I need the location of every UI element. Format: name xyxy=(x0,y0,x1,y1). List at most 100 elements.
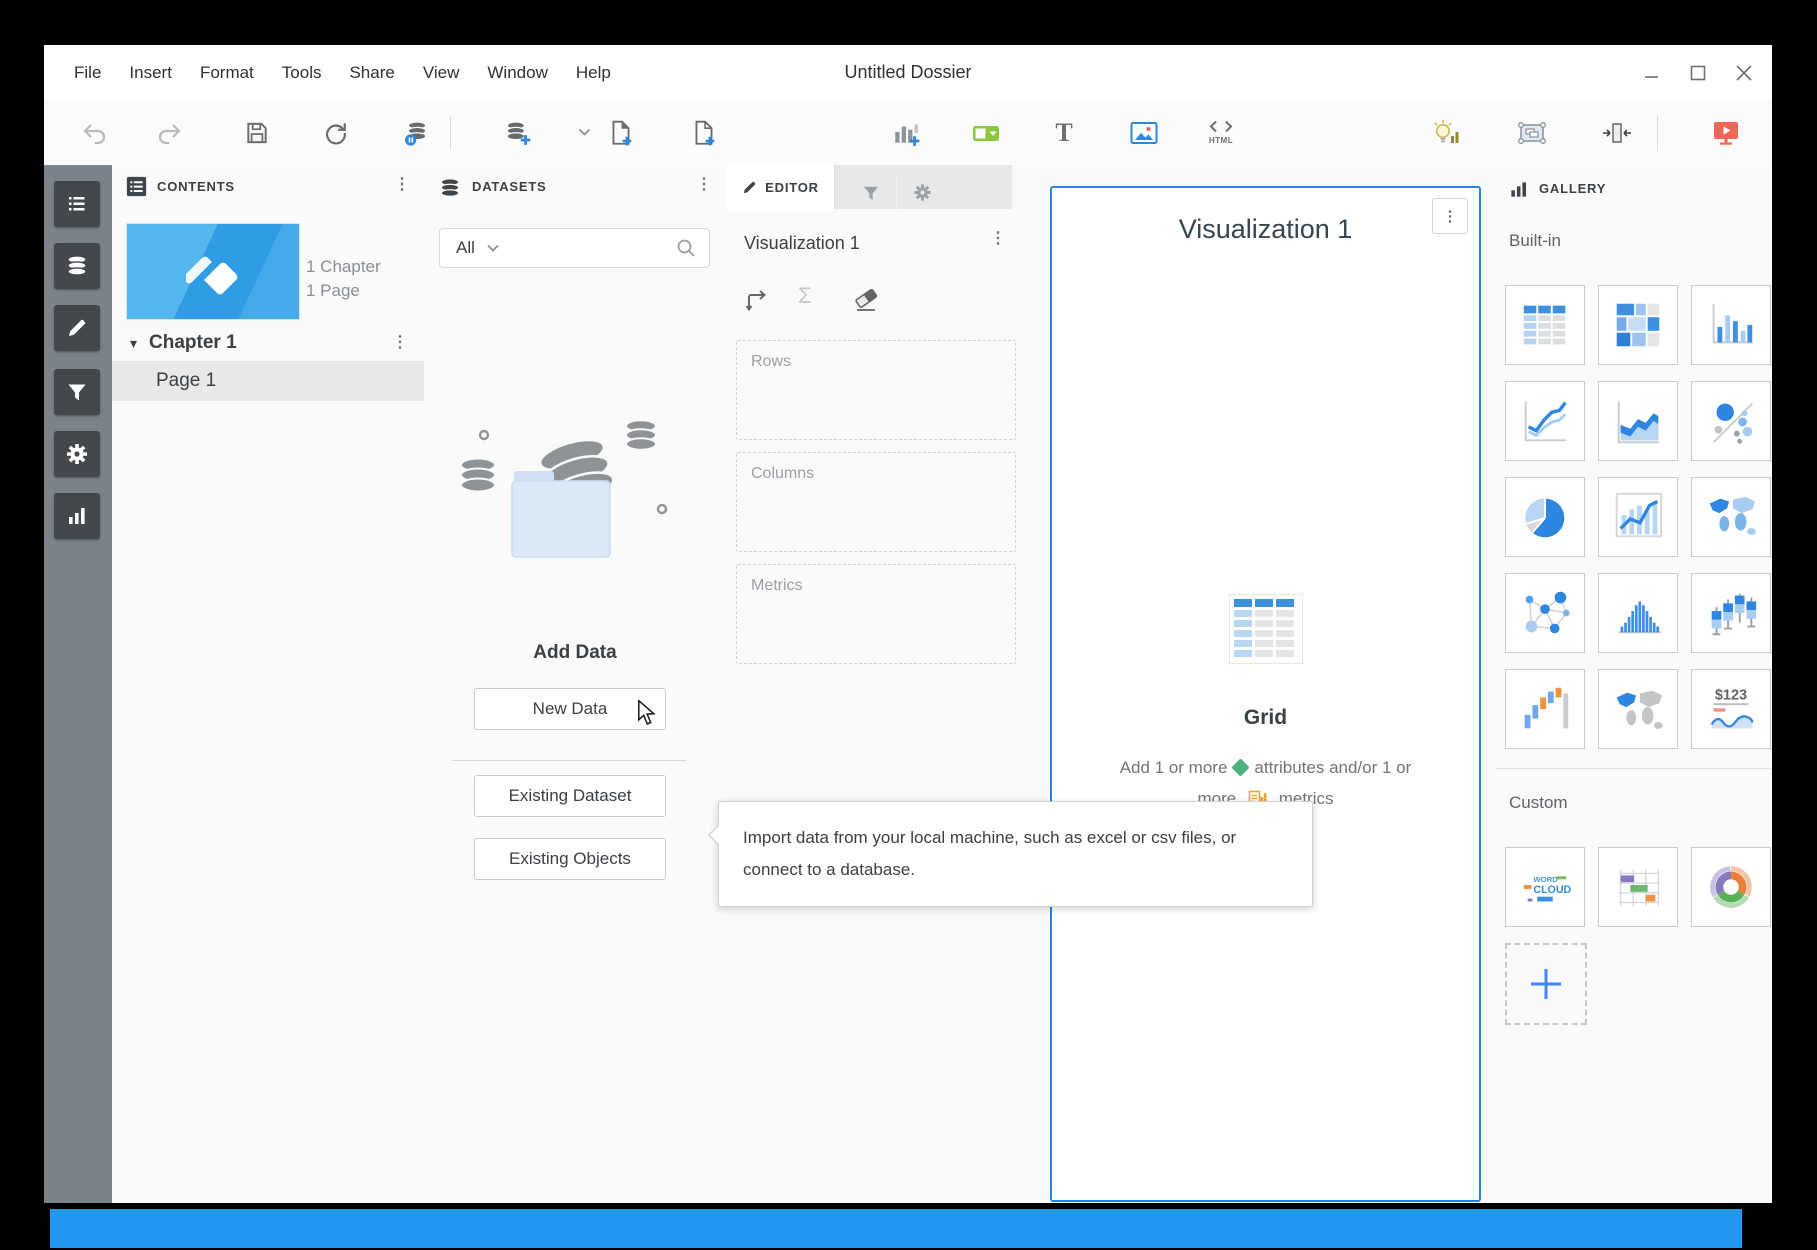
refresh-dataset-button[interactable] xyxy=(401,116,431,150)
gallery-tile-network[interactable] xyxy=(1505,573,1585,653)
undo-button[interactable] xyxy=(79,116,109,150)
clear-eraser-button[interactable] xyxy=(852,287,880,313)
chapter-kebab-menu[interactable]: ⋮ xyxy=(392,335,408,351)
dataset-filter-value[interactable]: All xyxy=(456,238,475,258)
dossier-logo-icon xyxy=(127,224,297,317)
svg-text:$123: $123 xyxy=(1715,687,1747,703)
visualization-kebab-button[interactable]: ⋮ xyxy=(1432,198,1468,234)
insights-button[interactable] xyxy=(1431,116,1461,150)
add-selector-button[interactable] xyxy=(971,116,1001,150)
custom-section-label: Custom xyxy=(1509,793,1568,813)
arrange-button[interactable] xyxy=(1517,116,1547,150)
tab-filter[interactable] xyxy=(845,176,897,209)
dropzone-rows[interactable]: Rows xyxy=(736,340,1016,440)
redo-button[interactable] xyxy=(155,116,185,150)
rail-gallery-button[interactable] xyxy=(54,493,100,539)
gallery-tile-combo-chart[interactable] xyxy=(1598,477,1678,557)
add-html-button[interactable]: HTML xyxy=(1206,116,1236,150)
rail-settings-button[interactable] xyxy=(54,431,100,477)
hint-text: attributes and/or 1 or xyxy=(1254,758,1411,777)
gallery-tile-word-cloud[interactable]: WORDCLOUD xyxy=(1505,847,1585,927)
gallery-tile-area-chart[interactable] xyxy=(1598,381,1678,461)
dataset-search-box[interactable]: All xyxy=(439,228,710,268)
menu-view[interactable]: View xyxy=(423,63,460,83)
editor-viz-title: Visualization 1 xyxy=(744,233,860,254)
editor-viz-kebab-menu[interactable]: ⋮ xyxy=(990,231,1006,247)
dropzone-columns[interactable]: Columns xyxy=(736,452,1016,552)
page-row-selected[interactable]: Page 1 xyxy=(112,361,424,401)
visualization-panel[interactable]: Visualization 1 ⋮ Grid Add 1 or moreattr… xyxy=(1050,186,1481,1202)
swap-axes-button[interactable] xyxy=(744,287,770,313)
html-label: HTML xyxy=(1209,136,1233,145)
gallery-tile-waterfall[interactable] xyxy=(1505,669,1585,749)
svg-text:WORD: WORD xyxy=(1533,875,1558,884)
add-custom-visual-button[interactable] xyxy=(1505,943,1587,1025)
editor-tab-label: EDITOR xyxy=(765,180,819,195)
minimize-button[interactable] xyxy=(1640,61,1664,85)
canvas-area: Visualization 1 ⋮ Grid Add 1 or moreattr… xyxy=(1032,165,1496,1203)
contents-kebab-menu[interactable]: ⋮ xyxy=(394,177,410,193)
dossier-thumbnail[interactable] xyxy=(126,223,300,320)
rail-contents-button[interactable] xyxy=(54,181,100,227)
rail-editor-button[interactable] xyxy=(54,305,100,351)
add-data-button[interactable] xyxy=(503,116,533,150)
gallery-tile-gantt[interactable] xyxy=(1598,847,1678,927)
chevron-down-icon xyxy=(578,128,591,137)
rail-datasets-button[interactable] xyxy=(54,243,100,289)
window-title: Untitled Dossier xyxy=(844,45,971,100)
chapter-row[interactable]: ▾ Chapter 1 ⋮ xyxy=(112,325,424,361)
pie-chart-viz-icon xyxy=(1516,488,1574,546)
gallery-tile-histogram[interactable] xyxy=(1598,573,1678,653)
tab-format[interactable] xyxy=(897,176,948,209)
presentation-button[interactable] xyxy=(1711,116,1741,150)
content-area: CONTENTS ⋮ 1 Chapter 1 Page ▾ Chapter 1 … xyxy=(44,165,1772,1203)
menu-format[interactable]: Format xyxy=(200,63,254,83)
gallery-panel: GALLERY Built-in xyxy=(1495,165,1772,1203)
add-chapter-button[interactable] xyxy=(606,116,636,150)
text-tool-icon: T xyxy=(1055,118,1072,148)
add-dataset-icon xyxy=(504,119,532,147)
close-button[interactable] xyxy=(1732,61,1756,85)
add-text-button[interactable]: T xyxy=(1049,116,1079,150)
add-data-chevron[interactable] xyxy=(576,116,592,150)
gallery-header: GALLERY xyxy=(1539,181,1606,196)
gallery-tile-line-chart[interactable] xyxy=(1505,381,1585,461)
gallery-tile-sunburst[interactable] xyxy=(1691,847,1771,927)
add-page-button[interactable] xyxy=(689,116,719,150)
menu-window[interactable]: Window xyxy=(487,63,547,83)
selector-icon xyxy=(971,121,1001,145)
dropzone-metrics[interactable]: Metrics xyxy=(736,564,1016,664)
menu-insert[interactable]: Insert xyxy=(129,63,172,83)
add-visualization-button[interactable] xyxy=(891,116,921,150)
existing-dataset-button[interactable]: Existing Dataset xyxy=(474,775,666,817)
chapter-caret-icon[interactable]: ▾ xyxy=(130,335,137,352)
gallery-tile-heatmap[interactable] xyxy=(1598,285,1678,365)
menu-tools[interactable]: Tools xyxy=(282,63,322,83)
page-label: Page 1 xyxy=(156,370,216,392)
gallery-tile-pie-chart[interactable] xyxy=(1505,477,1585,557)
fit-contents-button[interactable] xyxy=(1602,116,1632,150)
search-icon[interactable] xyxy=(676,238,696,258)
menu-file[interactable]: File xyxy=(74,63,101,83)
gallery-tile-box-plot[interactable] xyxy=(1691,573,1771,653)
menu-share[interactable]: Share xyxy=(349,63,394,83)
gallery-tile-grid[interactable] xyxy=(1505,285,1585,365)
tab-editor-active[interactable]: EDITOR xyxy=(726,165,835,209)
maximize-button[interactable] xyxy=(1686,61,1710,85)
datasets-kebab-menu[interactable]: ⋮ xyxy=(696,177,712,193)
gallery-tile-bubble-chart[interactable] xyxy=(1691,381,1771,461)
save-button[interactable] xyxy=(242,116,272,150)
gallery-tile-map[interactable] xyxy=(1691,477,1771,557)
add-image-button[interactable] xyxy=(1129,116,1159,150)
histogram-viz-icon xyxy=(1609,584,1667,642)
gallery-tile-bar-chart[interactable] xyxy=(1691,285,1771,365)
gallery-tile-kpi[interactable]: $123 xyxy=(1691,669,1771,749)
chevron-down-icon[interactable] xyxy=(487,244,499,252)
gallery-tile-geospatial[interactable] xyxy=(1598,669,1678,749)
rail-filter-button[interactable] xyxy=(54,369,100,415)
existing-objects-button[interactable]: Existing Objects xyxy=(474,838,666,880)
menu-help[interactable]: Help xyxy=(576,63,611,83)
fit-width-icon xyxy=(1602,120,1632,146)
button-divider xyxy=(452,760,686,761)
refresh-button[interactable] xyxy=(320,116,350,150)
